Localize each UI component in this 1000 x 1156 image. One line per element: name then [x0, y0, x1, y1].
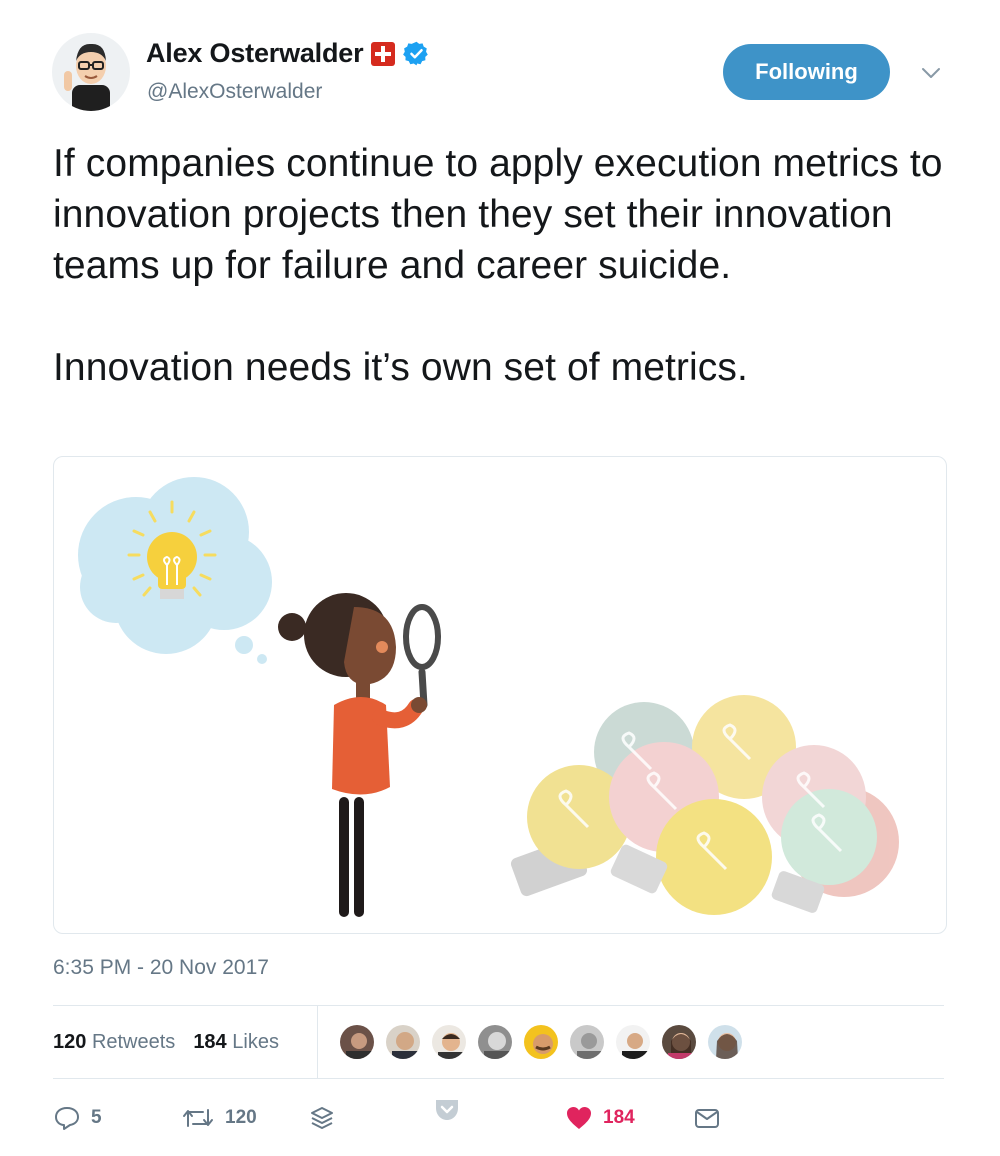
tweet-actions: 5 120 184: [53, 1098, 953, 1138]
likes-stat[interactable]: 184 Likes: [193, 1031, 279, 1054]
author-display-name[interactable]: Alex Osterwalder: [146, 38, 364, 69]
reply-button[interactable]: 5: [53, 1098, 102, 1138]
reply-count: 5: [91, 1107, 102, 1128]
author-name-row[interactable]: Alex Osterwalder: [146, 38, 430, 69]
liker-avatar[interactable]: [338, 1023, 376, 1061]
chevron-down-icon[interactable]: [918, 60, 944, 86]
divider: [317, 1006, 318, 1078]
heart-icon: [567, 1107, 591, 1129]
likes-label: Likes: [232, 1030, 279, 1053]
like-count: 184: [603, 1107, 635, 1128]
liker-avatar[interactable]: [476, 1023, 514, 1061]
following-button[interactable]: Following: [723, 44, 890, 100]
woman-with-magnifier: [278, 593, 441, 917]
tweet-timestamp[interactable]: 6:35 PM - 20 Nov 2017: [53, 956, 269, 980]
liker-avatar[interactable]: [660, 1023, 698, 1061]
retweets-count: 120: [53, 1030, 87, 1053]
author-handle[interactable]: @AlexOsterwalder: [147, 80, 322, 104]
buffer-button[interactable]: [309, 1098, 335, 1138]
retweet-count: 120: [225, 1107, 257, 1128]
retweets-stat[interactable]: 120 Retweets: [53, 1031, 175, 1054]
likers-avatars: [338, 1023, 752, 1061]
retweet-button[interactable]: 120: [181, 1098, 257, 1138]
engagement-stats: 120 Retweets 184 Likes: [53, 1006, 297, 1078]
verified-badge-icon: [403, 41, 429, 66]
liker-avatar[interactable]: [706, 1023, 744, 1061]
liker-avatar[interactable]: [522, 1023, 560, 1061]
divider: [53, 1078, 944, 1079]
likes-count: 184: [193, 1030, 227, 1053]
pocket-icon: [436, 1100, 458, 1120]
layers-icon: [311, 1107, 333, 1129]
retweet-icon: [183, 1109, 213, 1127]
liker-avatar[interactable]: [430, 1023, 468, 1061]
direct-message-button[interactable]: [693, 1098, 721, 1138]
liker-avatar[interactable]: [614, 1023, 652, 1061]
tweet-paragraph: If companies continue to apply execution…: [53, 142, 943, 287]
innovation-illustration: [78, 477, 899, 917]
pocket-button[interactable]: [433, 1090, 461, 1130]
tweet-image[interactable]: [53, 456, 947, 934]
author-avatar[interactable]: [52, 33, 130, 111]
tweet-paragraph: Innovation needs it’s own set of metrics…: [53, 346, 748, 389]
reply-icon: [55, 1107, 79, 1130]
swiss-flag-icon: [371, 41, 396, 66]
envelope-icon: [695, 1109, 719, 1128]
lightbulb-pile: [510, 695, 899, 915]
retweets-label: Retweets: [91, 1030, 176, 1053]
like-button[interactable]: 184: [565, 1098, 635, 1138]
liker-avatar[interactable]: [384, 1023, 422, 1061]
liker-avatar[interactable]: [568, 1023, 606, 1061]
tweet-text: If companies continue to apply execution…: [53, 138, 953, 393]
